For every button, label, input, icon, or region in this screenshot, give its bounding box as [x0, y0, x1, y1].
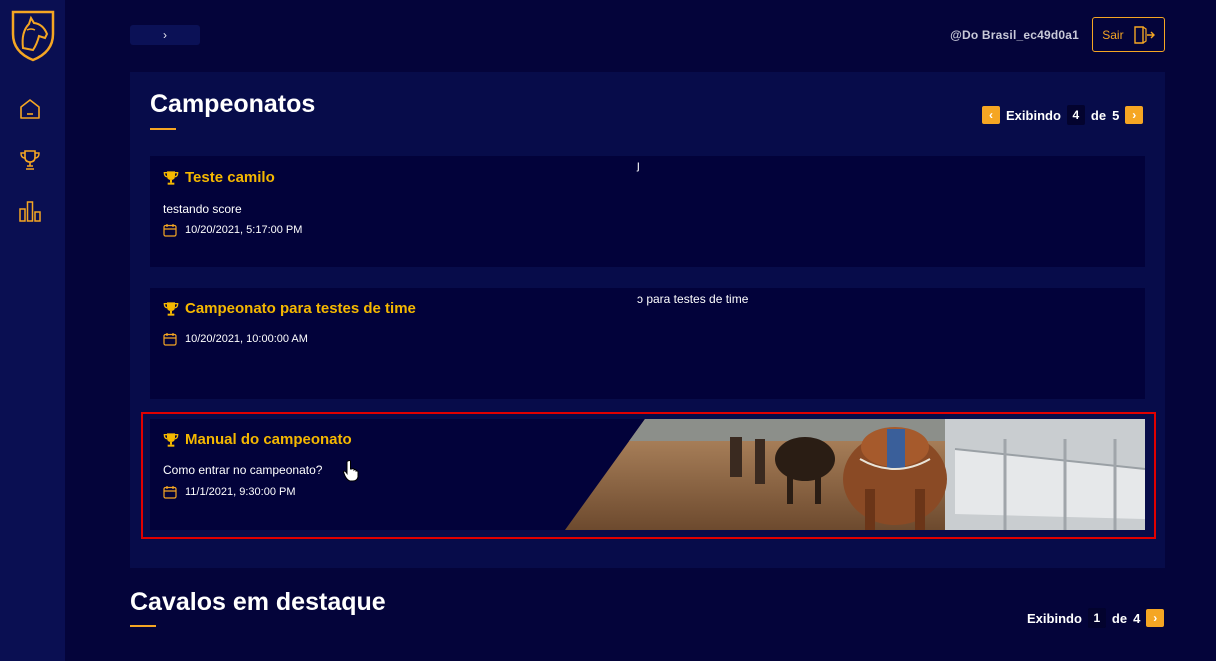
card-description: testando score [163, 202, 242, 216]
card-description: Como entrar no campeonato? [163, 463, 323, 477]
card-date: 10/20/2021, 5:17:00 PM [163, 223, 302, 237]
prev-page-button[interactable]: ‹ [982, 106, 1000, 124]
calendar-icon [163, 486, 177, 499]
card-title-text: Campeonato para testes de time [185, 300, 416, 317]
card-date-text: 10/20/2021, 10:00:00 AM [185, 333, 308, 345]
bar-chart-icon[interactable] [18, 199, 42, 223]
trophy-icon[interactable] [18, 148, 42, 172]
hand-pointer-icon [343, 460, 359, 482]
featured-horses-pager: Exibindo 1 de 4 › [1027, 608, 1165, 628]
championships-title: Campeonatos [150, 90, 316, 118]
pager-prefix: Exibindo [1027, 610, 1082, 626]
card-date: 11/1/2021, 9:30:00 PM [163, 485, 296, 499]
card-title: Teste camilo [163, 169, 275, 186]
logout-icon [1134, 25, 1155, 44]
calendar-icon [163, 224, 177, 237]
card-date-text: 11/1/2021, 9:30:00 PM [185, 486, 296, 498]
horse-head-shield-logo[interactable] [9, 8, 57, 62]
next-page-button[interactable]: › [1146, 609, 1165, 627]
logout-button[interactable]: Sair [1092, 17, 1165, 52]
current-page: 4 [1066, 105, 1085, 125]
card-title-text: Manual do campeonato [185, 431, 352, 448]
rodeo-horse-photo [565, 419, 1145, 530]
total-pages: 4 [1133, 610, 1141, 626]
total-pages: 5 [1112, 107, 1120, 123]
home-icon[interactable] [18, 97, 42, 121]
pager-of: de [1090, 107, 1107, 123]
trophy-icon [163, 301, 179, 316]
trophy-icon [163, 170, 179, 185]
next-page-button[interactable]: › [1125, 106, 1144, 124]
logout-label: Sair [1102, 27, 1124, 42]
username: @Do Brasil_ec49d0a1 [950, 28, 1079, 42]
stray-text: ȷ [637, 158, 640, 172]
championship-card[interactable]: Teste camilo testando score 10/20/2021, … [150, 156, 1145, 267]
card-title-text: Teste camilo [185, 169, 275, 186]
championships-pager: ‹ Exibindo 4 de 5 › [982, 105, 1144, 125]
pager-prefix: Exibindo [1006, 107, 1061, 123]
card-title: Campeonato para testes de time [163, 300, 416, 317]
featured-horses-title: Cavalos em destaque [130, 588, 386, 616]
championship-card[interactable]: Campeonato para testes de time 10/20/202… [150, 288, 1145, 399]
breadcrumb[interactable]: › [130, 25, 200, 45]
trophy-icon [163, 432, 179, 447]
pager-of: de [1111, 610, 1128, 626]
current-page: 1 [1087, 608, 1106, 628]
championship-card[interactable]: Manual do campeonato Como entrar no camp… [150, 419, 1145, 530]
card-date: 10/20/2021, 10:00:00 AM [163, 332, 308, 346]
chevron-right-icon: › [163, 28, 167, 42]
stray-text: ɔ para testes de time [637, 292, 749, 306]
card-date-text: 10/20/2021, 5:17:00 PM [185, 224, 303, 236]
sidebar [0, 0, 65, 661]
title-underline [130, 625, 156, 627]
title-underline [150, 128, 176, 130]
calendar-icon [163, 333, 177, 346]
card-title: Manual do campeonato [163, 431, 352, 448]
